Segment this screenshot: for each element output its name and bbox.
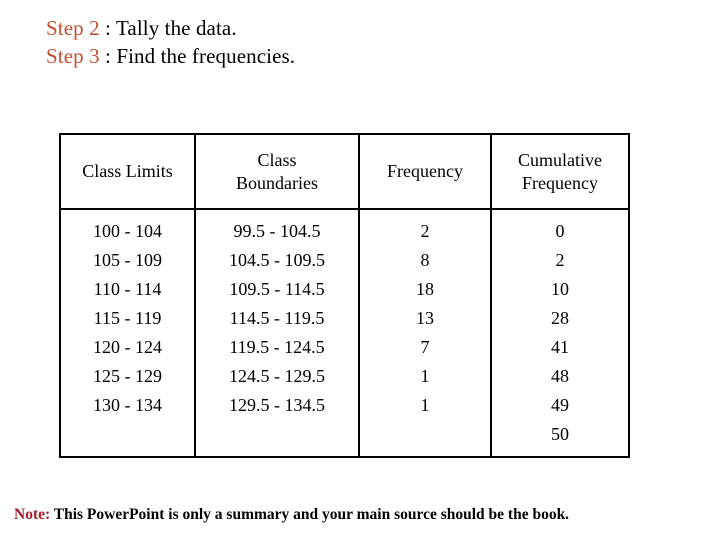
column-header-class-limits: Class Limits xyxy=(61,135,194,210)
column-body-class-boundaries: 99.5 - 104.5 104.5 - 109.5 109.5 - 114.5… xyxy=(196,210,358,456)
column-header-cumulative-line1: Cumulative xyxy=(518,149,602,170)
column-header-class-boundaries-line2: Boundaries xyxy=(236,172,318,193)
table-column-class-limits: Class Limits 100 - 104 105 - 109 110 - 1… xyxy=(61,135,196,456)
title-line-step3: Step 3 : Find the frequencies. xyxy=(46,42,686,70)
table-cell: 104.5 - 109.5 xyxy=(229,250,325,270)
table-cell: 129.5 - 134.5 xyxy=(229,395,325,415)
table-cell: 130 - 134 xyxy=(93,395,162,415)
table-cell: 10 xyxy=(551,279,569,299)
table-column-frequency: Frequency 2 8 18 13 7 1 1 xyxy=(360,135,492,456)
table-cell: 2 xyxy=(420,221,430,241)
table-cell: 100 - 104 xyxy=(93,221,162,241)
table-cell: 1 xyxy=(420,395,430,415)
column-body-class-limits: 100 - 104 105 - 109 110 - 114 115 - 119 … xyxy=(61,210,194,456)
table-cell: 114.5 - 119.5 xyxy=(229,308,325,328)
table-column-class-boundaries: Class Boundaries 99.5 - 104.5 104.5 - 10… xyxy=(196,135,360,456)
table-cell: 1 xyxy=(420,366,430,386)
table-cell: 41 xyxy=(551,337,569,357)
table-cell: 125 - 129 xyxy=(93,366,162,386)
column-header-class-limits-text: Class Limits xyxy=(82,161,173,181)
table-cell: 28 xyxy=(551,308,569,328)
frequency-distribution-table: Class Limits 100 - 104 105 - 109 110 - 1… xyxy=(59,133,630,458)
title-line-step2: Step 2 : Tally the data. xyxy=(46,14,686,42)
step2-text: : Tally the data. xyxy=(99,16,237,40)
table-cell: 0 xyxy=(555,221,565,241)
table-cell: 115 - 119 xyxy=(93,308,162,328)
table-cell: 105 - 109 xyxy=(93,250,162,270)
column-header-cumulative-line2: Frequency xyxy=(522,172,598,193)
table-cell: 18 xyxy=(416,279,434,299)
table-cell: 99.5 - 104.5 xyxy=(233,221,321,241)
column-header-class-boundaries-line1: Class xyxy=(257,149,297,170)
table-cell: 2 xyxy=(555,250,565,270)
column-body-frequency: 2 8 18 13 7 1 1 xyxy=(360,210,490,456)
table-cell: 50 xyxy=(551,424,569,444)
column-body-cumulative-frequency: 0 2 10 28 41 48 49 50 xyxy=(492,210,628,456)
table-cell: 119.5 - 124.5 xyxy=(229,337,325,357)
step3-label: Step 3 xyxy=(46,44,100,68)
footer-note: Note: This PowerPoint is only a summary … xyxy=(14,505,714,525)
table-column-cumulative-frequency: Cumulative Frequency 0 2 10 28 41 48 49 … xyxy=(492,135,628,456)
column-header-class-boundaries: Class Boundaries xyxy=(196,135,358,210)
footer-note-text: This PowerPoint is only a summary and yo… xyxy=(50,506,570,523)
table-cell: 49 xyxy=(551,395,569,415)
table-cell: 8 xyxy=(420,250,430,270)
column-header-frequency-text: Frequency xyxy=(387,161,463,181)
table-grid: Class Limits 100 - 104 105 - 109 110 - 1… xyxy=(61,135,628,456)
table-cell: 7 xyxy=(420,337,430,357)
title-block: Step 2 : Tally the data. Step 3 : Find t… xyxy=(46,14,686,70)
table-cell: 48 xyxy=(551,366,569,386)
step3-text: : Find the frequencies. xyxy=(99,44,296,68)
table-cell: 124.5 - 129.5 xyxy=(229,366,325,386)
step2-label: Step 2 xyxy=(46,16,100,40)
column-header-cumulative-frequency: Cumulative Frequency xyxy=(492,135,628,210)
table-cell: 109.5 - 114.5 xyxy=(229,279,325,299)
table-cell: 110 - 114 xyxy=(93,279,162,299)
footer-note-label: Note: xyxy=(14,506,51,523)
column-header-frequency: Frequency xyxy=(360,135,490,210)
table-cell: 120 - 124 xyxy=(93,337,162,357)
table-cell: 13 xyxy=(416,308,434,328)
